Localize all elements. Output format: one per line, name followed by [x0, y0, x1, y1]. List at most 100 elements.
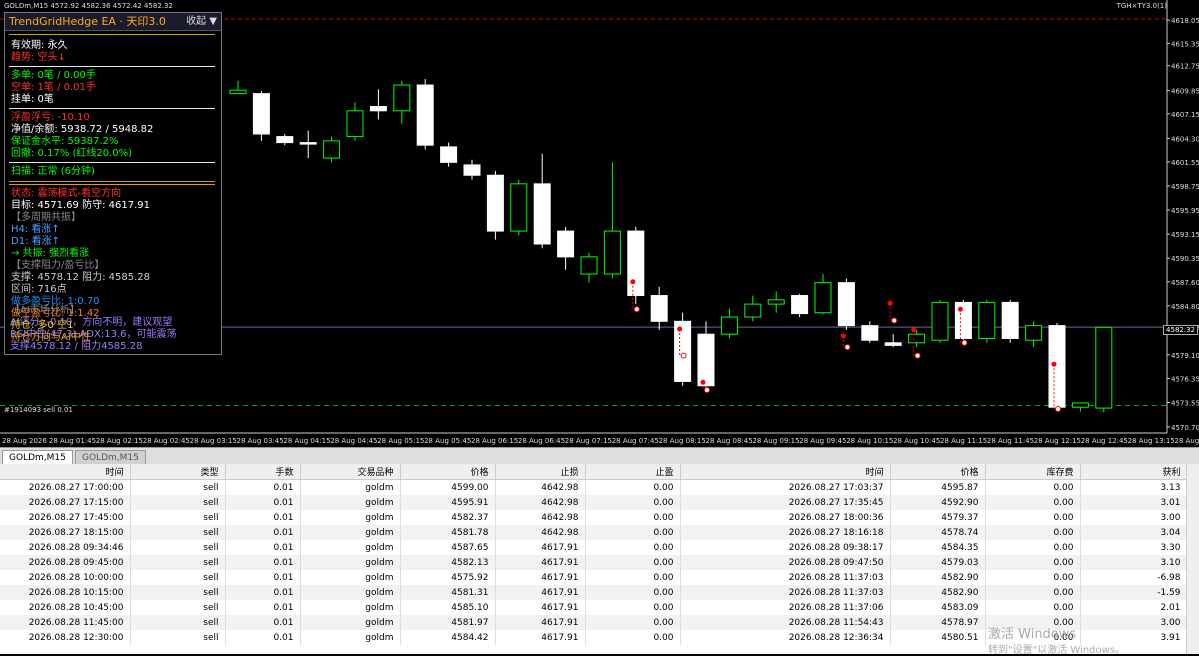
table-row[interactable]: 2026.08.28 09:45:00sell0.01goldm4582.134…	[0, 555, 1187, 570]
column-header[interactable]: 止损	[495, 464, 585, 480]
column-header[interactable]: 类型	[130, 464, 225, 480]
table-cell: 2026.08.28 12:36:34	[680, 630, 890, 645]
candle-body	[1002, 302, 1018, 338]
candle-body	[1096, 327, 1112, 408]
table-cell: 4578.74	[890, 525, 985, 540]
table-cell: 3.00	[1080, 510, 1187, 525]
table-row[interactable]: 2026.08.28 10:15:00sell0.01goldm4581.314…	[0, 585, 1187, 600]
table-cell: 2026.08.27 18:16:18	[680, 525, 890, 540]
column-header[interactable]: 交易品种	[300, 464, 400, 480]
time-label: 28 Aug 2026	[2, 437, 47, 445]
column-header[interactable]: 止盈	[585, 464, 680, 480]
candle-body	[1072, 403, 1088, 407]
table-cell: 2026.08.28 10:00:00	[0, 570, 130, 585]
price-label: 4609.85	[1171, 88, 1199, 96]
candle-body	[675, 321, 691, 381]
table-cell: 2026.08.27 17:15:00	[0, 495, 130, 510]
time-label: 28 Aug 10:15	[846, 437, 893, 445]
ai-header: 【AI市场分析】	[10, 305, 220, 317]
sr-text: 支撑: 4578.12 阻力: 4585.28	[11, 272, 150, 284]
column-header[interactable]: 获利	[1080, 464, 1187, 480]
time-label: 28 Aug 13:45	[1175, 437, 1199, 445]
table-cell: 4580.51	[890, 630, 985, 645]
table-cell: 0.01	[225, 600, 300, 615]
table-row[interactable]: 2026.08.28 09:34:46sell0.01goldm4587.654…	[0, 540, 1187, 555]
trade-open-marker	[677, 327, 682, 332]
table-row[interactable]: 2026.08.27 17:15:00sell0.01goldm4595.914…	[0, 495, 1187, 510]
trade-open-marker	[630, 279, 635, 284]
table-cell: 2026.08.28 09:34:46	[0, 540, 130, 555]
column-header[interactable]: 价格	[890, 464, 985, 480]
table-cell: sell	[130, 540, 225, 555]
table-cell: 0.01	[225, 585, 300, 600]
trade-open-marker	[1052, 362, 1057, 367]
table-cell: goldm	[300, 600, 400, 615]
table-cell: sell	[130, 510, 225, 525]
chart-area[interactable]: 4618.054615.354612.754609.854607.154604.…	[0, 0, 1199, 447]
column-header[interactable]: 手数	[225, 464, 300, 480]
table-cell: 4581.78	[400, 525, 495, 540]
table-cell: 2026.08.27 17:03:37	[680, 480, 890, 496]
table-cell: 0.00	[585, 570, 680, 585]
chart-indicator-label: TGH×TY3.0(1)	[1117, 2, 1167, 10]
table-row[interactable]: 2026.08.28 10:00:00sell0.01goldm4575.924…	[0, 570, 1187, 585]
divider	[9, 34, 215, 35]
time-label: 28 Aug 03:45	[237, 437, 284, 445]
table-cell: 4642.98	[495, 495, 585, 510]
table-cell: 4584.42	[400, 630, 495, 645]
price-label: 4607.15	[1171, 111, 1199, 119]
collapse-button[interactable]: 收起 ▼	[186, 16, 217, 28]
price-label: 4601.55	[1171, 159, 1199, 167]
candle-body	[909, 334, 925, 343]
tab-goldm-1[interactable]: GOLDm,M15	[2, 450, 73, 465]
candle-body	[932, 302, 948, 340]
table-row[interactable]: 2026.08.27 17:45:00sell0.01goldm4582.374…	[0, 510, 1187, 525]
time-label: 28 Aug 13:15	[1128, 437, 1175, 445]
table-cell: 3.10	[1080, 555, 1187, 570]
table-cell: 0.00	[585, 540, 680, 555]
table-cell: goldm	[300, 495, 400, 510]
table-row[interactable]: 2026.08.27 17:00:00sell0.01goldm4599.004…	[0, 480, 1187, 496]
candle-body	[417, 85, 433, 145]
trade-close-marker	[915, 353, 920, 358]
table-cell: 4582.90	[890, 585, 985, 600]
table-cell: 0.01	[225, 495, 300, 510]
time-label: 28 Aug 07:45	[612, 437, 659, 445]
candle-body	[792, 296, 808, 314]
table-cell: 0.00	[985, 480, 1080, 496]
tab-goldm-2[interactable]: GOLDm,M15	[75, 450, 146, 465]
time-label: 28 Aug 11:15	[940, 437, 987, 445]
resonance-header: 【多周期共振】	[11, 212, 81, 224]
column-header[interactable]: 库存费	[985, 464, 1080, 480]
ea-panel-header[interactable]: TrendGridHedge EA · 天印3.0 收起 ▼	[5, 13, 221, 31]
table-cell: 0.00	[585, 480, 680, 496]
table-cell: 0.00	[585, 495, 680, 510]
column-header[interactable]: 价格	[400, 464, 495, 480]
table-cell: 2.01	[1080, 600, 1187, 615]
vertical-scrollbar[interactable]	[1186, 464, 1199, 654]
trade-close-marker	[892, 318, 897, 323]
column-header[interactable]: 时间	[680, 464, 890, 480]
long-orders-text: 多单: 0笔 / 0.00手	[11, 70, 96, 82]
table-cell: 4581.31	[400, 585, 495, 600]
table-row[interactable]: 2026.08.28 10:45:00sell0.01goldm4585.104…	[0, 600, 1187, 615]
table-cell: 3.04	[1080, 525, 1187, 540]
table-cell: 0.00	[985, 525, 1080, 540]
column-header[interactable]: 时间	[0, 464, 130, 480]
table-cell: sell	[130, 630, 225, 645]
table-cell: 0.00	[585, 585, 680, 600]
resonance-text: → 共振: 强烈看涨	[11, 248, 89, 260]
table-cell: 2026.08.28 11:54:43	[680, 615, 890, 630]
time-label: 28 Aug 10:45	[893, 437, 940, 445]
table-row[interactable]: 2026.08.27 18:15:00sell0.01goldm4581.784…	[0, 525, 1187, 540]
candle-body	[394, 85, 410, 111]
candle-body	[253, 94, 269, 134]
table-cell: 2026.08.28 09:45:00	[0, 555, 130, 570]
trend-text: 趋势: 空头↓	[11, 52, 66, 64]
table-cell: 0.01	[225, 570, 300, 585]
table-cell: -6.98	[1080, 570, 1187, 585]
table-cell: 0.00	[585, 510, 680, 525]
table-cell: 0.00	[985, 555, 1080, 570]
table-cell: 0.00	[985, 510, 1080, 525]
table-cell: sell	[130, 600, 225, 615]
